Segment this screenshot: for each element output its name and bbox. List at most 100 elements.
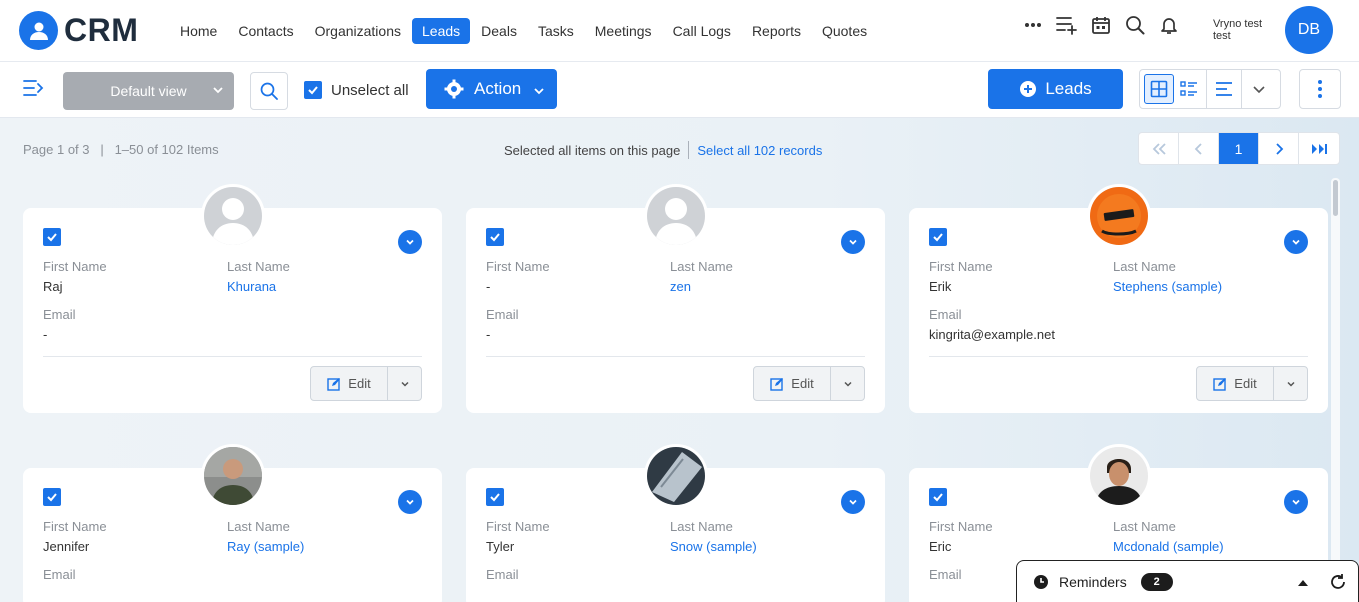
first-name-value: Tyler [486,539,515,554]
edit-icon [770,377,784,391]
scrollbar-thumb[interactable] [1333,180,1338,216]
view-select-label: Default view [110,83,187,99]
first-name-value: Jennifer [43,539,90,554]
edit-button-group: Edit [1196,366,1308,401]
divider [486,356,865,357]
previous-page-icon[interactable] [1179,133,1219,164]
chevron-down-icon[interactable] [1284,490,1308,514]
lead-select-checkbox[interactable] [43,228,61,246]
view-select[interactable]: Default view [63,72,234,110]
check-icon [933,493,943,502]
more-options-button[interactable] [1299,69,1341,109]
reminders-panel[interactable]: Reminders 2 [1016,560,1359,602]
user-name[interactable]: Vryno test test [1213,18,1277,42]
nav-call-logs[interactable]: Call Logs [663,18,741,44]
email-value: - [486,327,491,342]
add-lead-button[interactable]: Leads [988,69,1123,109]
add-list-icon[interactable] [1056,14,1078,36]
lead-card[interactable]: First Name Tyler Last Name Snow (sample)… [466,444,885,602]
lead-select-checkbox[interactable] [43,488,61,506]
lead-card[interactable]: First Name Erik Last Name Stephens (samp… [909,184,1328,413]
edit-button[interactable]: Edit [311,367,388,400]
bell-icon[interactable] [1158,14,1180,36]
first-page-icon[interactable] [1139,133,1179,164]
next-page-icon[interactable] [1259,133,1299,164]
edit-button[interactable]: Edit [1197,367,1274,400]
edit-button[interactable]: Edit [754,367,831,400]
action-button[interactable]: Action [426,69,557,109]
current-page-button[interactable]: 1 [1219,133,1259,164]
caret-up-icon[interactable] [1297,575,1309,591]
nav-home[interactable]: Home [170,18,227,44]
refresh-icon[interactable] [1329,573,1347,594]
email-label: Email [486,307,519,322]
plus-circle-icon [1020,81,1037,97]
nav-leads[interactable]: Leads [412,18,471,44]
select-all-records-link[interactable]: Select all 102 records [697,143,822,158]
email-label: Email [929,307,962,322]
lead-card[interactable]: First Name Jennifer Last Name Ray (sampl… [23,444,442,602]
last-name-link[interactable]: Khurana [227,279,276,294]
lead-select-checkbox[interactable] [486,228,504,246]
last-name-link[interactable]: Mcdonald (sample) [1113,539,1224,554]
search-button[interactable] [250,72,288,110]
chevron-down-icon[interactable] [398,230,422,254]
last-name-link[interactable]: Ray (sample) [227,539,304,554]
lead-card[interactable]: First Name Raj Last Name Khurana Email -… [23,184,442,413]
chevron-down-icon[interactable] [831,367,864,400]
chevron-down-icon[interactable] [841,490,865,514]
selection-info: Selected all items on this page Select a… [504,141,822,159]
first-name-value: Erik [929,279,952,294]
last-page-icon[interactable] [1299,133,1339,164]
lead-select-checkbox[interactable] [929,488,947,506]
last-name-label: Last Name [670,259,733,274]
calendar-icon[interactable] [1090,14,1112,36]
lead-card[interactable]: First Name - Last Name zen Email - Edit [466,184,885,413]
search-icon [260,82,278,100]
lead-avatar-photo [1087,184,1151,248]
last-name-label: Last Name [670,519,733,534]
unselect-all[interactable]: Unselect all [304,81,409,99]
last-name-link[interactable]: zen [670,279,691,294]
nav-reports[interactable]: Reports [742,18,811,44]
detail-list-icon[interactable] [1174,74,1204,104]
nav-deals[interactable]: Deals [471,18,527,44]
chevron-down-icon[interactable] [1274,367,1307,400]
edit-icon [1213,377,1227,391]
divider [688,141,690,159]
chevron-down-icon[interactable] [1244,74,1274,104]
last-name-link[interactable]: Stephens (sample) [1113,279,1222,294]
scrollbar[interactable] [1331,178,1340,602]
lead-select-checkbox[interactable] [929,228,947,246]
action-button-label: Action [474,79,522,98]
chevron-down-icon[interactable] [388,367,421,400]
collapse-sidebar-icon[interactable] [22,78,48,102]
lead-select-checkbox[interactable] [486,488,504,506]
grid-view-icon[interactable] [1144,74,1174,104]
add-lead-label: Leads [1045,79,1092,98]
unselect-all-checkbox[interactable] [304,81,322,99]
app-logo[interactable]: CRM [19,11,138,50]
chevron-down-icon[interactable] [398,490,422,514]
check-icon [47,233,57,242]
more-icon[interactable] [1022,14,1044,36]
last-name-label: Last Name [227,259,290,274]
email-value: kingrita@example.net [929,327,1055,342]
last-name-link[interactable]: Snow (sample) [670,539,757,554]
chevron-down-icon[interactable] [841,230,865,254]
user-avatar[interactable]: DB [1285,6,1333,54]
nav-meetings[interactable]: Meetings [585,18,662,44]
nav-tasks[interactable]: Tasks [528,18,584,44]
nav-quotes[interactable]: Quotes [812,18,877,44]
divider [1241,69,1242,109]
gear-icon [444,79,464,99]
check-icon [308,86,318,95]
search-icon[interactable] [1124,14,1146,36]
page-number-text: Page 1 of 3 [23,142,90,157]
nav-organizations[interactable]: Organizations [305,18,411,44]
logo-user-icon [19,11,58,50]
check-icon [47,493,57,502]
chevron-down-icon[interactable] [1284,230,1308,254]
nav-contacts[interactable]: Contacts [228,18,303,44]
list-view-icon[interactable] [1209,74,1239,104]
